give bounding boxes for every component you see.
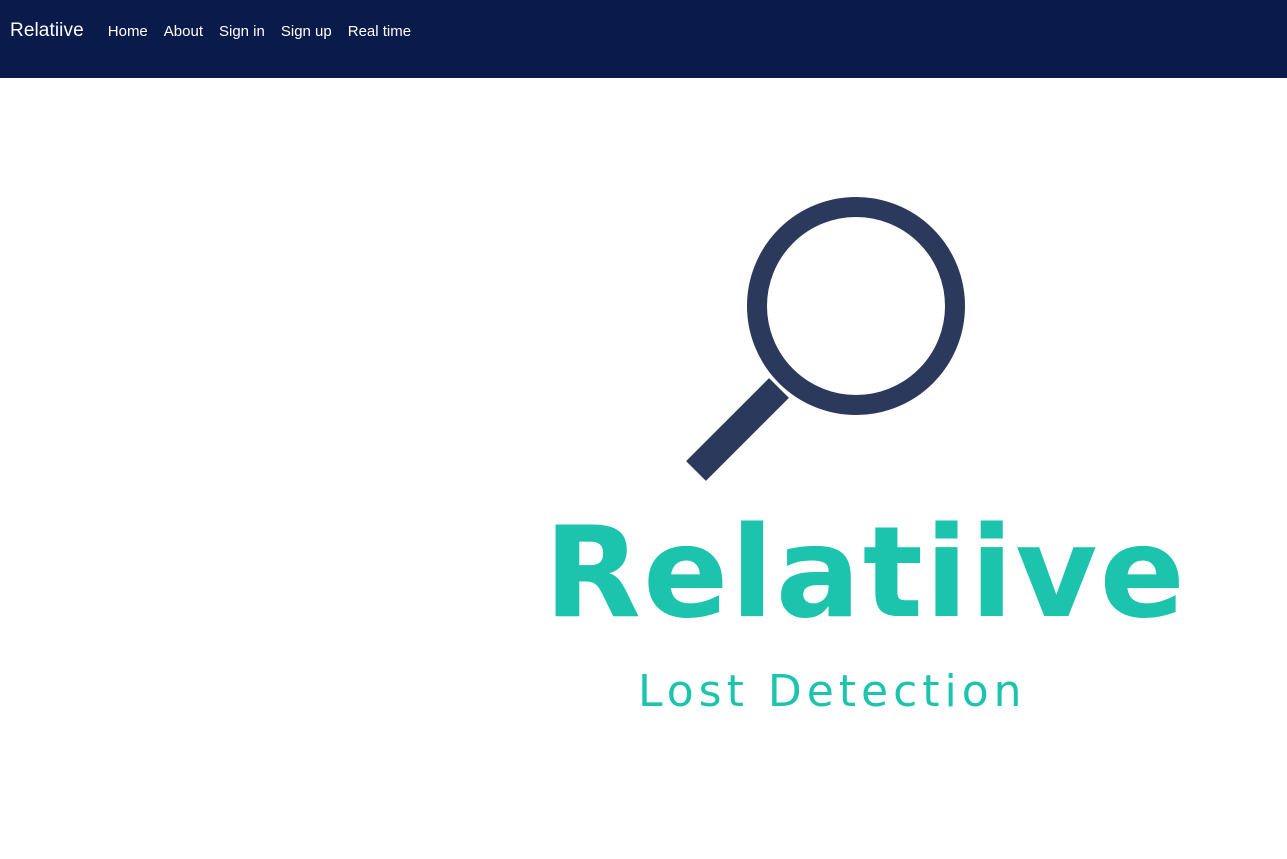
hero-logo: Relatiive Lost Detection — [520, 170, 1185, 730]
magnifier-icon — [686, 197, 965, 481]
nav-links: Home About Sign in Sign up Real time — [100, 23, 419, 40]
magnifier-lens — [747, 197, 965, 415]
top-navbar: Relatiive Home About Sign in Sign up Rea… — [0, 0, 1287, 78]
nav-link-real-time[interactable]: Real time — [348, 23, 411, 40]
magnifier-handle — [686, 378, 789, 481]
logo-tagline: Lost Detection — [638, 666, 1027, 717]
nav-link-sign-in[interactable]: Sign in — [219, 23, 265, 40]
nav-link-about[interactable]: About — [164, 23, 203, 40]
nav-link-home[interactable]: Home — [108, 23, 148, 40]
navbar-brand[interactable]: Relatiive — [10, 20, 84, 42]
logo-wordmark: Relatiive — [544, 499, 1187, 646]
nav-link-sign-up[interactable]: Sign up — [281, 23, 332, 40]
